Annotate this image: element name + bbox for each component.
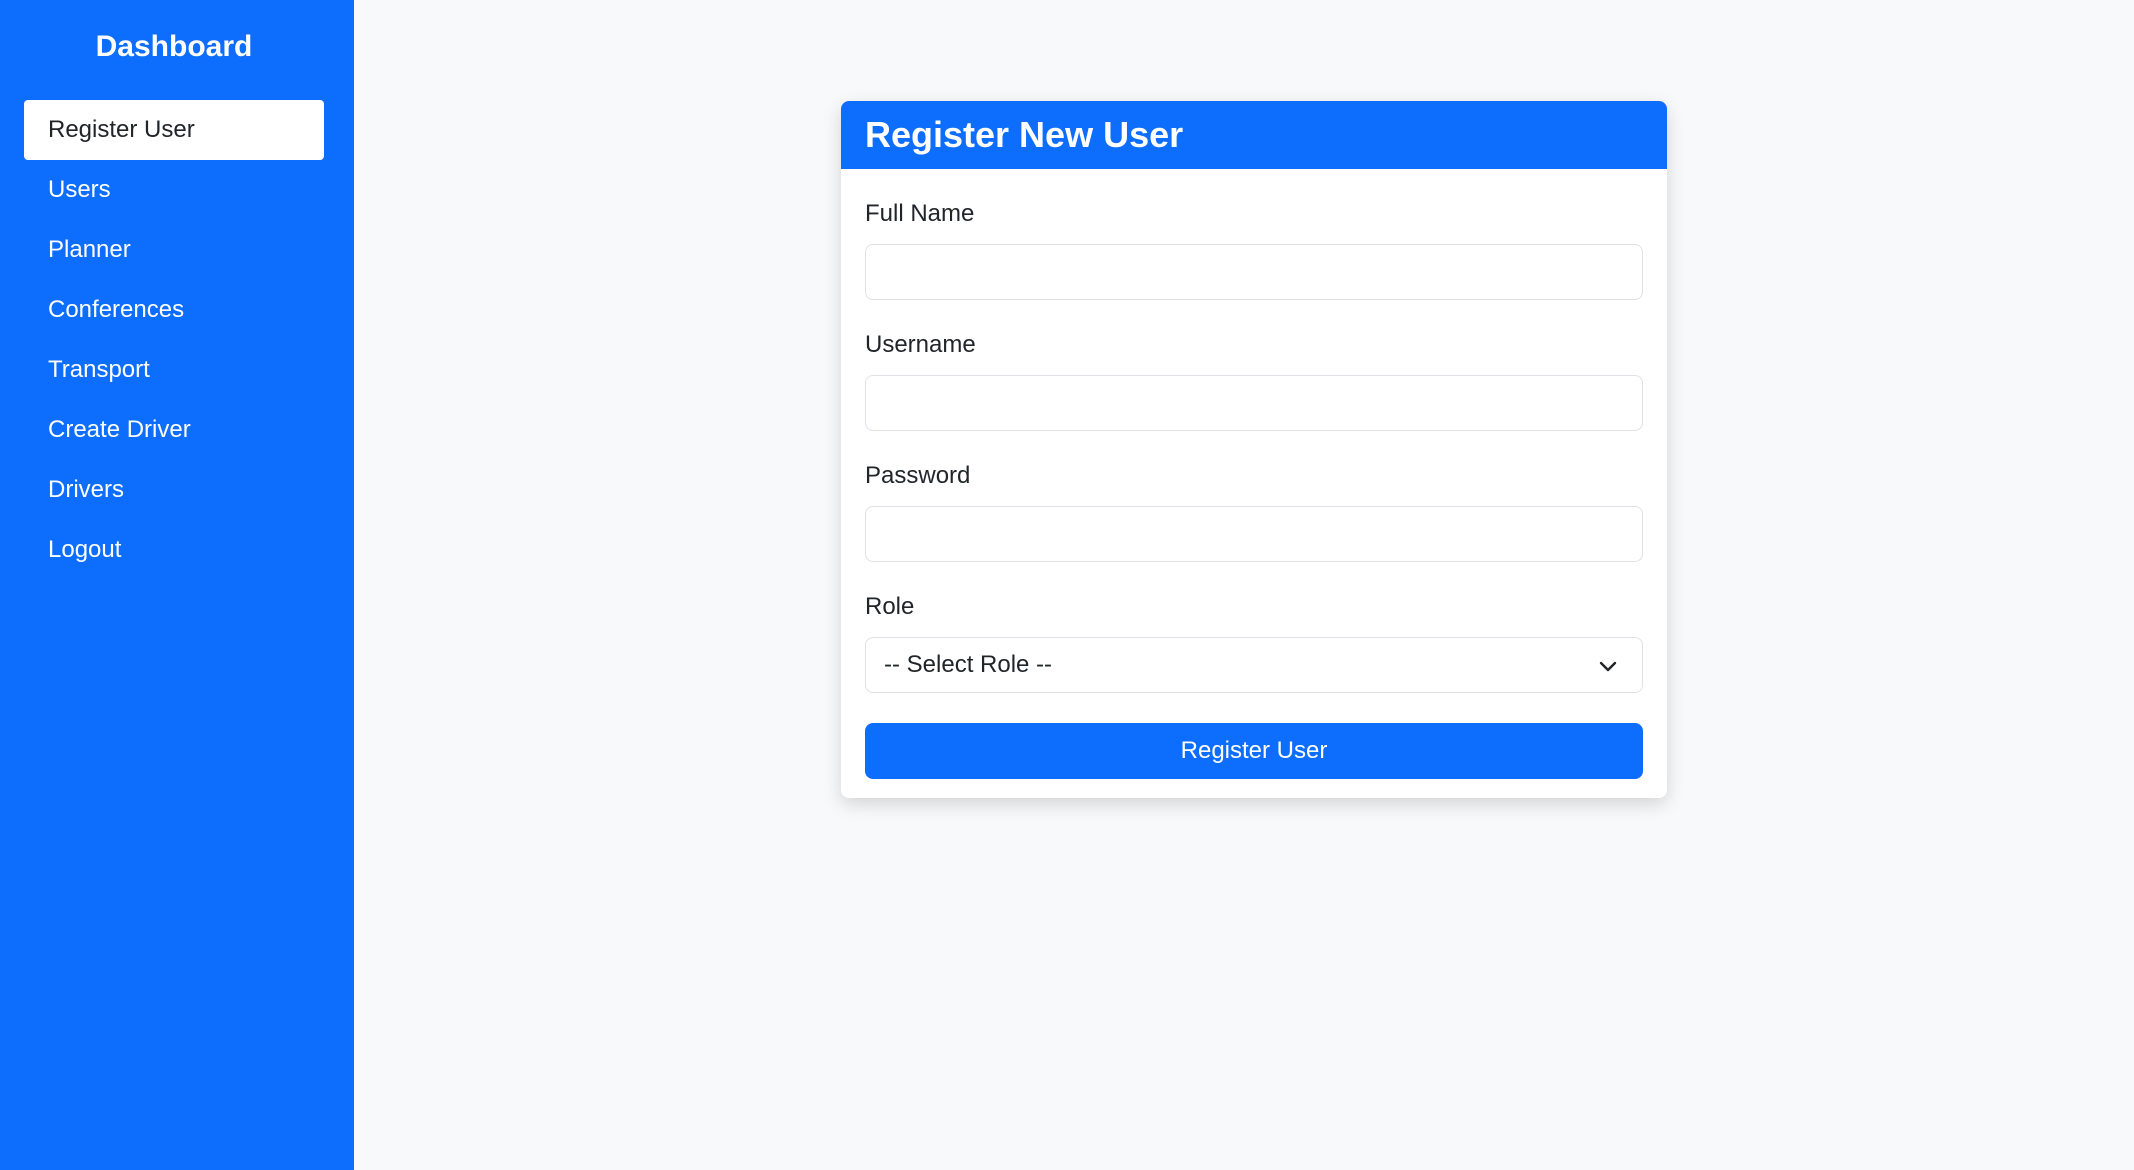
role-label: Role <box>865 593 915 620</box>
register-user-button[interactable]: Register User <box>865 723 1643 779</box>
role-select-value: -- Select Role -- <box>884 651 1053 678</box>
sidebar-title: Dashboard <box>95 30 253 63</box>
chevron-down-icon <box>1599 661 1617 672</box>
full-name-field-group: Full Name <box>865 199 1643 300</box>
username-label: Username <box>865 331 976 358</box>
password-field-group: Password <box>865 461 1643 562</box>
sidebar-item-conferences[interactable]: Conferences <box>24 280 324 340</box>
sidebar-item-register-user[interactable]: Register User <box>24 100 324 160</box>
sidebar-item-logout[interactable]: Logout <box>24 520 324 580</box>
sidebar-item-transport[interactable]: Transport <box>24 340 324 400</box>
username-field-group: Username <box>865 330 1643 431</box>
sidebar: Dashboard Register User Users Planner Co… <box>0 0 354 1170</box>
register-user-card: Register New User Full Name Username Pas… <box>841 101 1667 798</box>
role-select[interactable]: -- Select Role -- <box>865 637 1643 693</box>
password-input[interactable] <box>865 506 1643 562</box>
app-layout: Dashboard Register User Users Planner Co… <box>0 0 2134 1170</box>
sidebar-item-drivers[interactable]: Drivers <box>24 460 324 520</box>
username-input[interactable] <box>865 375 1643 431</box>
password-label: Password <box>865 462 971 489</box>
card-body: Full Name Username Password Role -- Sele… <box>841 169 1667 779</box>
main-content: Register New User Full Name Username Pas… <box>354 0 2134 1170</box>
full-name-input[interactable] <box>865 244 1643 300</box>
full-name-label: Full Name <box>865 200 975 227</box>
sidebar-item-create-driver[interactable]: Create Driver <box>24 400 324 460</box>
card-header: Register New User <box>841 101 1667 169</box>
sidebar-item-planner[interactable]: Planner <box>24 220 324 280</box>
card-title: Register New User <box>865 114 1184 155</box>
sidebar-nav: Register User Users Planner Conferences … <box>24 100 324 580</box>
role-field-group: Role -- Select Role -- <box>865 592 1643 693</box>
sidebar-item-users[interactable]: Users <box>24 160 324 220</box>
